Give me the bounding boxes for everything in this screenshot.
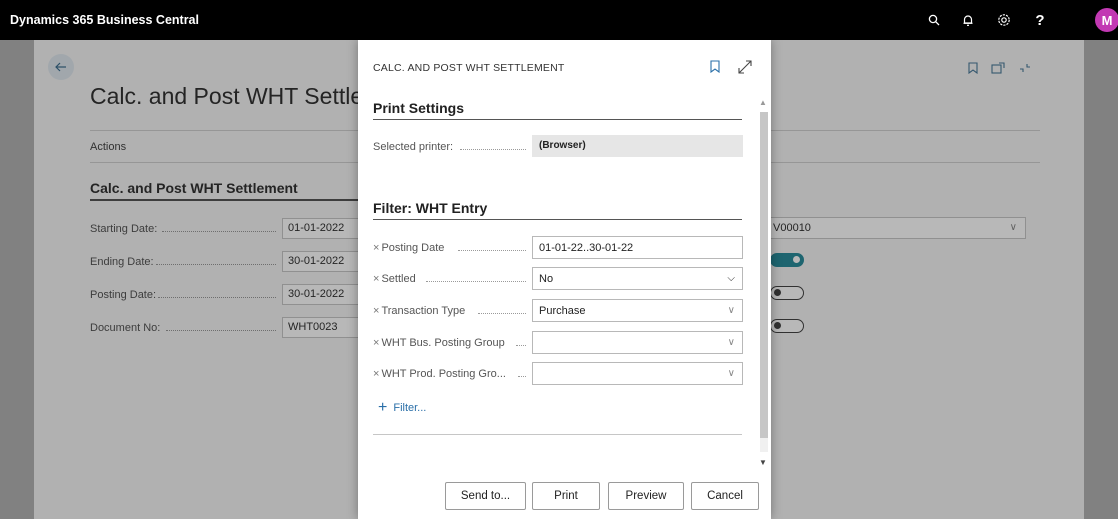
back-button[interactable] [48,54,74,80]
wht-prod-posting-group-filter-select[interactable]: ∨ [532,362,743,385]
clear-filter-icon[interactable]: × [373,273,379,285]
help-icon[interactable]: ? [1030,10,1050,30]
print-button[interactable]: Print [532,482,600,510]
expand-icon[interactable] [736,58,754,76]
clear-filter-icon[interactable]: × [373,368,379,380]
bell-icon[interactable] [958,10,978,30]
filter-field-label: × Settled [373,273,416,285]
preview-button[interactable]: Preview [608,482,684,510]
leader-dots [518,376,526,377]
leader-dots [162,231,276,232]
print-settings-title[interactable]: Print Settings [373,100,464,116]
plus-icon: + [378,399,388,416]
app-title[interactable]: Dynamics 365 Business Central [10,0,199,40]
divider [373,434,742,435]
leader-dots [478,313,526,314]
wht-prod-posting-group-filter-label: WHT Prod. Posting Gro... [381,368,506,380]
chevron-down-icon: ∨ [1009,222,1017,233]
arrow-left-icon [55,62,66,72]
add-filter-link[interactable]: + Filter... [378,399,427,416]
open-new-window-icon[interactable] [991,62,1005,77]
dialog-caption: CALC. AND POST WHT SETTLEMENT [373,62,565,74]
posting-date-input[interactable]: 30-01-2022 [282,284,362,305]
leader-dots [156,264,276,265]
leader-dots [166,330,276,331]
transaction-type-filter-label: Transaction Type [381,305,466,317]
toggle-switch[interactable] [770,253,804,267]
leader-dots [516,345,526,346]
send-to-button[interactable]: Send to... [445,482,526,510]
dialog-scrollbar[interactable]: ▲ ▼ [758,98,768,470]
actions-menu[interactable]: Actions [90,141,126,153]
posting-date-filter-input[interactable]: 01-01-22..30-01-22 [532,236,743,259]
chevron-down-icon: ∨ [727,368,735,379]
starting-date-input[interactable]: 01-01-2022 [282,218,362,239]
cancel-button[interactable]: Cancel [691,482,759,510]
vendor-select[interactable]: V00010 ∨ [764,217,1026,239]
filter-section-title[interactable]: Filter: WHT Entry [373,200,487,216]
wht-bus-posting-group-filter-label: WHT Bus. Posting Group [381,337,505,349]
toggle-knob [774,289,781,296]
top-bar: Dynamics 365 Business Central ? M [0,0,1118,40]
posting-date-label: Posting Date: [90,289,157,301]
filter-field-label: × WHT Bus. Posting Group [373,337,505,349]
settled-filter-value: No [539,273,554,285]
toggle-switch[interactable] [770,319,804,333]
add-filter-label: Filter... [393,402,427,414]
chevron-down-icon: ∨ [727,305,735,316]
filter-field-label: × WHT Prod. Posting Gro... [373,368,506,380]
posting-date-filter-value: 01-01-22..30-01-22 [539,242,634,254]
posting-date-filter-label: Posting Date [381,242,445,254]
vendor-value: V00010 [773,222,811,234]
starting-date-label: Starting Date: [90,223,158,235]
section-title[interactable]: Calc. and Post WHT Settlement [90,180,298,196]
toggle-knob [774,322,781,329]
transaction-type-filter-value: Purchase [539,305,586,317]
settled-filter-label: Settled [381,273,416,285]
leader-dots [426,281,526,282]
bookmark-icon[interactable] [968,62,978,77]
section-underline [90,199,358,201]
avatar[interactable]: M [1095,8,1118,32]
clear-filter-icon[interactable]: × [373,337,379,349]
search-icon[interactable] [924,10,944,30]
settled-filter-select[interactable]: No ⌵ [532,267,743,290]
scroll-up-icon[interactable]: ▲ [759,98,767,107]
toggle-knob [793,256,800,263]
clear-filter-icon[interactable]: × [373,305,379,317]
leader-dots [458,250,526,251]
bookmark-icon[interactable] [710,60,722,74]
settings-icon[interactable] [994,10,1014,30]
chevron-down-icon: ∨ [727,337,735,348]
leader-dots [460,149,526,150]
collapse-icon[interactable] [1018,62,1032,77]
scroll-down-icon[interactable]: ▼ [759,458,767,467]
report-request-dialog: CALC. AND POST WHT SETTLEMENT Print Sett… [358,40,771,519]
section-underline [373,119,742,120]
filter-field-label: × Posting Date [373,242,444,254]
scroll-thumb[interactable] [760,112,768,438]
wht-bus-posting-group-filter-select[interactable]: ∨ [532,331,743,354]
toggle-switch[interactable] [770,286,804,300]
leader-dots [158,297,276,298]
transaction-type-filter-select[interactable]: Purchase ∨ [532,299,743,322]
chevron-down-icon: ⌵ [727,273,735,284]
document-no-label: Document No: [90,322,161,334]
ending-date-label: Ending Date: [90,256,154,268]
filter-field-label: × Transaction Type [373,305,465,317]
clear-filter-icon[interactable]: × [373,242,379,254]
document-no-input[interactable]: WHT0023 [282,317,362,338]
ending-date-input[interactable]: 30-01-2022 [282,251,362,272]
section-underline [373,219,742,220]
selected-printer-label: Selected printer: [373,141,454,153]
selected-printer-field[interactable]: (Browser) [532,135,743,157]
